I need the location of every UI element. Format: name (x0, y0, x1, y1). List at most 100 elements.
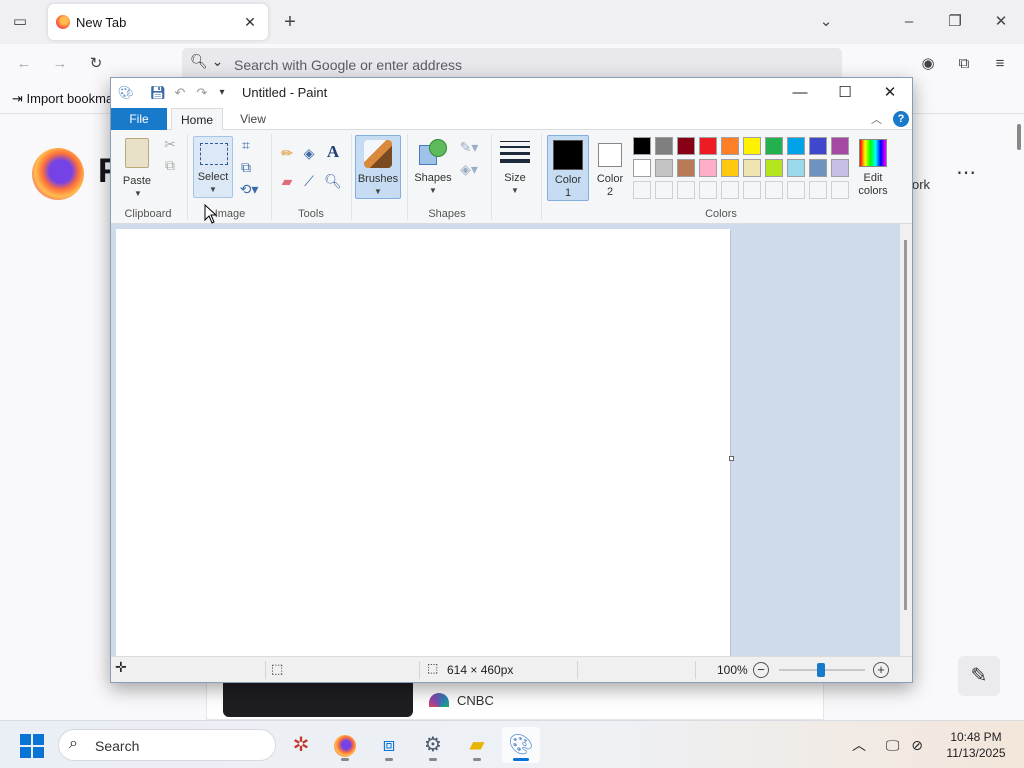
zoom-in-icon[interactable]: + (873, 662, 889, 678)
palette-swatch[interactable] (721, 137, 739, 155)
shortcut-label[interactable]: ork (912, 177, 930, 192)
new-tab-icon[interactable]: + (278, 10, 302, 34)
resize-icon[interactable]: ⧉ (237, 158, 255, 176)
taskbar-file-explorer-icon[interactable]: ▰ (458, 727, 496, 763)
url-bar[interactable]: 🔍︎ ⌄ Search with Google or enter address (182, 48, 842, 80)
close-window-icon[interactable]: ✕ (989, 10, 1013, 34)
extensions-icon[interactable]: ⧉ (952, 52, 976, 76)
show-hidden-icons-icon[interactable]: ︿ (852, 737, 866, 753)
close-tab-icon[interactable]: ✕ (238, 10, 262, 34)
palette-swatch[interactable] (743, 159, 761, 177)
minimize-icon[interactable]: — (777, 78, 823, 108)
custom-color-slot[interactable] (721, 181, 739, 199)
size-button[interactable]: Size ▼ (497, 135, 533, 199)
edit-colors-button[interactable]: Edit colors (855, 135, 891, 199)
zoom-slider-thumb[interactable] (817, 663, 825, 677)
taskbar-search[interactable]: ⌕ Search (58, 729, 276, 761)
custom-color-slot[interactable] (787, 181, 805, 199)
palette-swatch[interactable] (831, 137, 849, 155)
tab-home[interactable]: Home (171, 108, 223, 131)
palette-swatch[interactable] (787, 137, 805, 155)
network-icon[interactable]: ⊘ (911, 737, 923, 753)
canvas-workspace[interactable] (111, 224, 900, 658)
vertical-scrollbar[interactable] (900, 224, 912, 656)
text-icon[interactable]: A (323, 143, 343, 161)
taskbar-app-icon[interactable]: ✲ (282, 727, 320, 763)
firefox-tab-new-tab[interactable]: New Tab ✕ (48, 4, 268, 40)
color1-button[interactable]: Color 1 (547, 135, 589, 201)
redo-icon[interactable]: ↷ (193, 84, 211, 102)
list-all-tabs-icon[interactable]: ⌄ (814, 10, 838, 34)
custom-color-slot[interactable] (699, 181, 717, 199)
more-options-icon[interactable]: ⋯ (956, 160, 976, 185)
select-button[interactable]: Select ▼ (193, 136, 233, 198)
copy-icon[interactable]: ⧉ (161, 156, 179, 174)
brushes-button[interactable]: Brushes ▼ (355, 135, 401, 199)
palette-swatch[interactable] (677, 137, 695, 155)
page-scrollbar[interactable] (1017, 124, 1021, 150)
color-picker-icon[interactable]: ⟋ (299, 172, 319, 190)
eraser-icon[interactable]: ▰ (277, 172, 297, 190)
palette-swatch[interactable] (633, 159, 651, 177)
palette-swatch[interactable] (633, 137, 651, 155)
zoom-out-icon[interactable]: − (753, 662, 769, 678)
palette-swatch[interactable] (655, 159, 673, 177)
scrollbar-thumb[interactable] (904, 240, 907, 610)
palette-swatch[interactable] (831, 159, 849, 177)
palette-swatch[interactable] (809, 159, 827, 177)
canvas-resize-handle[interactable] (729, 456, 734, 461)
minimize-icon[interactable]: – (897, 10, 921, 34)
tab-list-icon[interactable]: ▭ (8, 10, 32, 34)
save-icon[interactable]: 💾︎ (149, 84, 167, 102)
account-icon[interactable]: ◉ (916, 52, 940, 76)
reload-icon[interactable]: ↻ (84, 52, 108, 76)
palette-swatch[interactable] (655, 137, 673, 155)
palette-swatch[interactable] (699, 137, 717, 155)
restore-icon[interactable]: ❐ (943, 10, 967, 34)
tab-view[interactable]: View (233, 108, 273, 130)
custom-color-slot[interactable] (633, 181, 651, 199)
magnifier-icon[interactable]: 🔍︎ (323, 172, 343, 190)
news-card[interactable]: CNBC (206, 682, 824, 720)
import-bookmarks-link[interactable]: ⇥ Import bookma (12, 91, 113, 107)
undo-icon[interactable]: ↶ (171, 84, 189, 102)
fill-icon[interactable]: ◈▾ (455, 160, 483, 178)
tab-file[interactable]: File (111, 108, 167, 130)
custom-color-slot[interactable] (765, 181, 783, 199)
start-windows-icon[interactable] (20, 734, 44, 758)
display-icon[interactable]: 🖵︎ (886, 737, 900, 753)
cut-icon[interactable]: ✂ (161, 135, 179, 153)
custom-color-slot[interactable] (655, 181, 673, 199)
fill-bucket-icon[interactable]: ◈ (299, 144, 319, 162)
taskbar-settings-icon[interactable]: ⚙ (414, 727, 452, 763)
forward-icon[interactable]: → (48, 52, 72, 76)
paint-app-icon[interactable]: 🎨︎ (117, 84, 135, 102)
paste-button[interactable]: Paste ▼ (117, 134, 157, 198)
taskbar-firefox-icon[interactable] (326, 727, 364, 763)
palette-swatch[interactable] (743, 137, 761, 155)
customize-pencil-icon[interactable]: ✎ (958, 656, 1000, 696)
taskbar-paint-icon[interactable]: 🎨︎ (502, 727, 540, 763)
palette-swatch[interactable] (699, 159, 717, 177)
maximize-icon[interactable]: ☐ (822, 78, 868, 108)
outline-icon[interactable]: ✎▾ (455, 138, 483, 156)
close-icon[interactable]: ✕ (867, 78, 913, 108)
taskbar-remote-desktop-icon[interactable]: ⧈ (370, 727, 408, 763)
palette-swatch[interactable] (721, 159, 739, 177)
taskbar-clock[interactable]: 10:48 PM 11/13/2025 (936, 729, 1016, 761)
help-icon[interactable]: ? (893, 111, 909, 127)
custom-color-slot[interactable] (743, 181, 761, 199)
collapse-ribbon-icon[interactable]: ︿ (871, 111, 882, 127)
palette-swatch[interactable] (787, 159, 805, 177)
shapes-button[interactable]: Shapes ▼ (413, 135, 453, 199)
back-icon[interactable]: ← (12, 52, 36, 76)
custom-color-slot[interactable] (831, 181, 849, 199)
menu-icon[interactable]: ≡ (988, 52, 1012, 76)
palette-swatch[interactable] (765, 137, 783, 155)
search-engine-icon[interactable]: 🔍︎ ⌄ (190, 53, 230, 75)
pencil-icon[interactable]: ✏ (277, 144, 297, 162)
custom-color-slot[interactable] (809, 181, 827, 199)
drawing-canvas[interactable] (116, 229, 730, 658)
customize-qat-icon[interactable]: ▾ (213, 84, 231, 102)
palette-swatch[interactable] (677, 159, 695, 177)
